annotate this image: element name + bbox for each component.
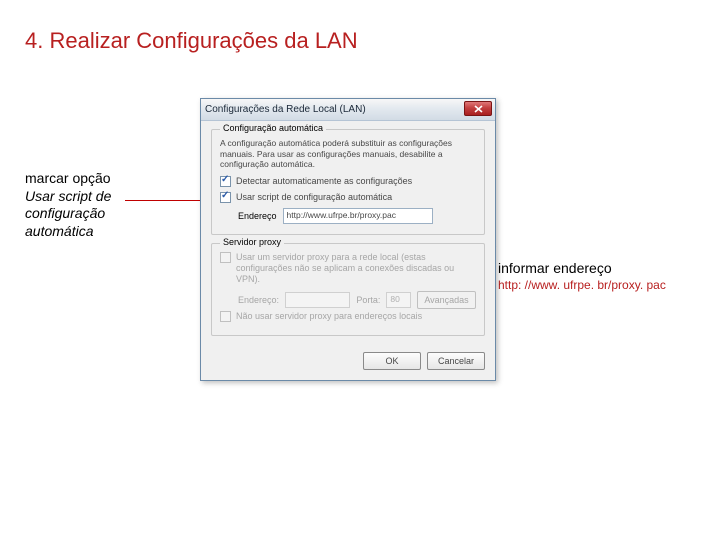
proxy-port-input[interactable]: 80	[386, 292, 411, 308]
proxy-server-group: Servidor proxy Usar um servidor proxy pa…	[211, 243, 485, 336]
proxy-address-input[interactable]	[285, 292, 350, 308]
arrow-to-checkbox	[125, 200, 210, 201]
annot-left-line4: automática	[25, 223, 93, 239]
script-address-label: Endereço	[238, 211, 277, 221]
close-icon	[474, 105, 483, 113]
proxy-group-title: Servidor proxy	[220, 237, 284, 247]
slide-title: 4. Realizar Configurações da LAN	[25, 28, 358, 54]
ok-button[interactable]: OK	[363, 352, 421, 370]
annot-right-url: http: //www. ufrpe. br/proxy. pac	[498, 278, 713, 293]
detect-checkbox[interactable]	[220, 176, 231, 187]
proxy-port-label: Porta:	[356, 295, 380, 305]
use-script-checkbox[interactable]	[220, 192, 231, 203]
use-proxy-label: Usar um servidor proxy para a rede local…	[236, 252, 476, 286]
detect-row: Detectar automaticamente as configuraçõe…	[220, 176, 476, 187]
use-proxy-checkbox[interactable]	[220, 252, 231, 263]
proxy-address-row: Endereço: Porta: 80 Avançadas	[238, 291, 476, 309]
bypass-row: Não usar servidor proxy para endereços l…	[220, 311, 476, 322]
close-button[interactable]	[464, 101, 492, 116]
annot-left-line1: marcar opção	[25, 170, 111, 186]
dialog-titlebar[interactable]: Configurações da Rede Local (LAN)	[201, 99, 495, 121]
annot-left-line2: Usar script de	[25, 188, 111, 204]
auto-config-group-title: Configuração automática	[220, 123, 326, 133]
cancel-button[interactable]: Cancelar	[427, 352, 485, 370]
annot-left-line3: configuração	[25, 205, 105, 221]
script-address-input[interactable]: http://www.ufrpe.br/proxy.pac	[283, 208, 433, 224]
annotation-mark-option: marcar opção Usar script de configuração…	[25, 170, 165, 240]
use-script-label: Usar script de configuração automática	[236, 192, 392, 202]
bypass-local-checkbox[interactable]	[220, 311, 231, 322]
annotation-inform-address: informar endereço http: //www. ufrpe. br…	[498, 260, 713, 293]
proxy-address-label: Endereço:	[238, 295, 279, 305]
bypass-local-label: Não usar servidor proxy para endereços l…	[236, 311, 422, 321]
lan-settings-dialog: Configurações da Rede Local (LAN) Config…	[200, 98, 496, 381]
advanced-button[interactable]: Avançadas	[417, 291, 476, 309]
detect-label: Detectar automaticamente as configuraçõe…	[236, 176, 412, 186]
use-proxy-row: Usar um servidor proxy para a rede local…	[220, 252, 476, 286]
dialog-button-bar: OK Cancelar	[201, 348, 495, 380]
dialog-title: Configurações da Rede Local (LAN)	[205, 104, 366, 115]
script-address-row: Endereço http://www.ufrpe.br/proxy.pac	[238, 208, 476, 224]
auto-config-group: Configuração automática A configuração a…	[211, 129, 485, 235]
script-row: Usar script de configuração automática	[220, 192, 476, 203]
annot-right-title: informar endereço	[498, 260, 713, 278]
auto-config-description: A configuração automática poderá substit…	[220, 138, 476, 170]
